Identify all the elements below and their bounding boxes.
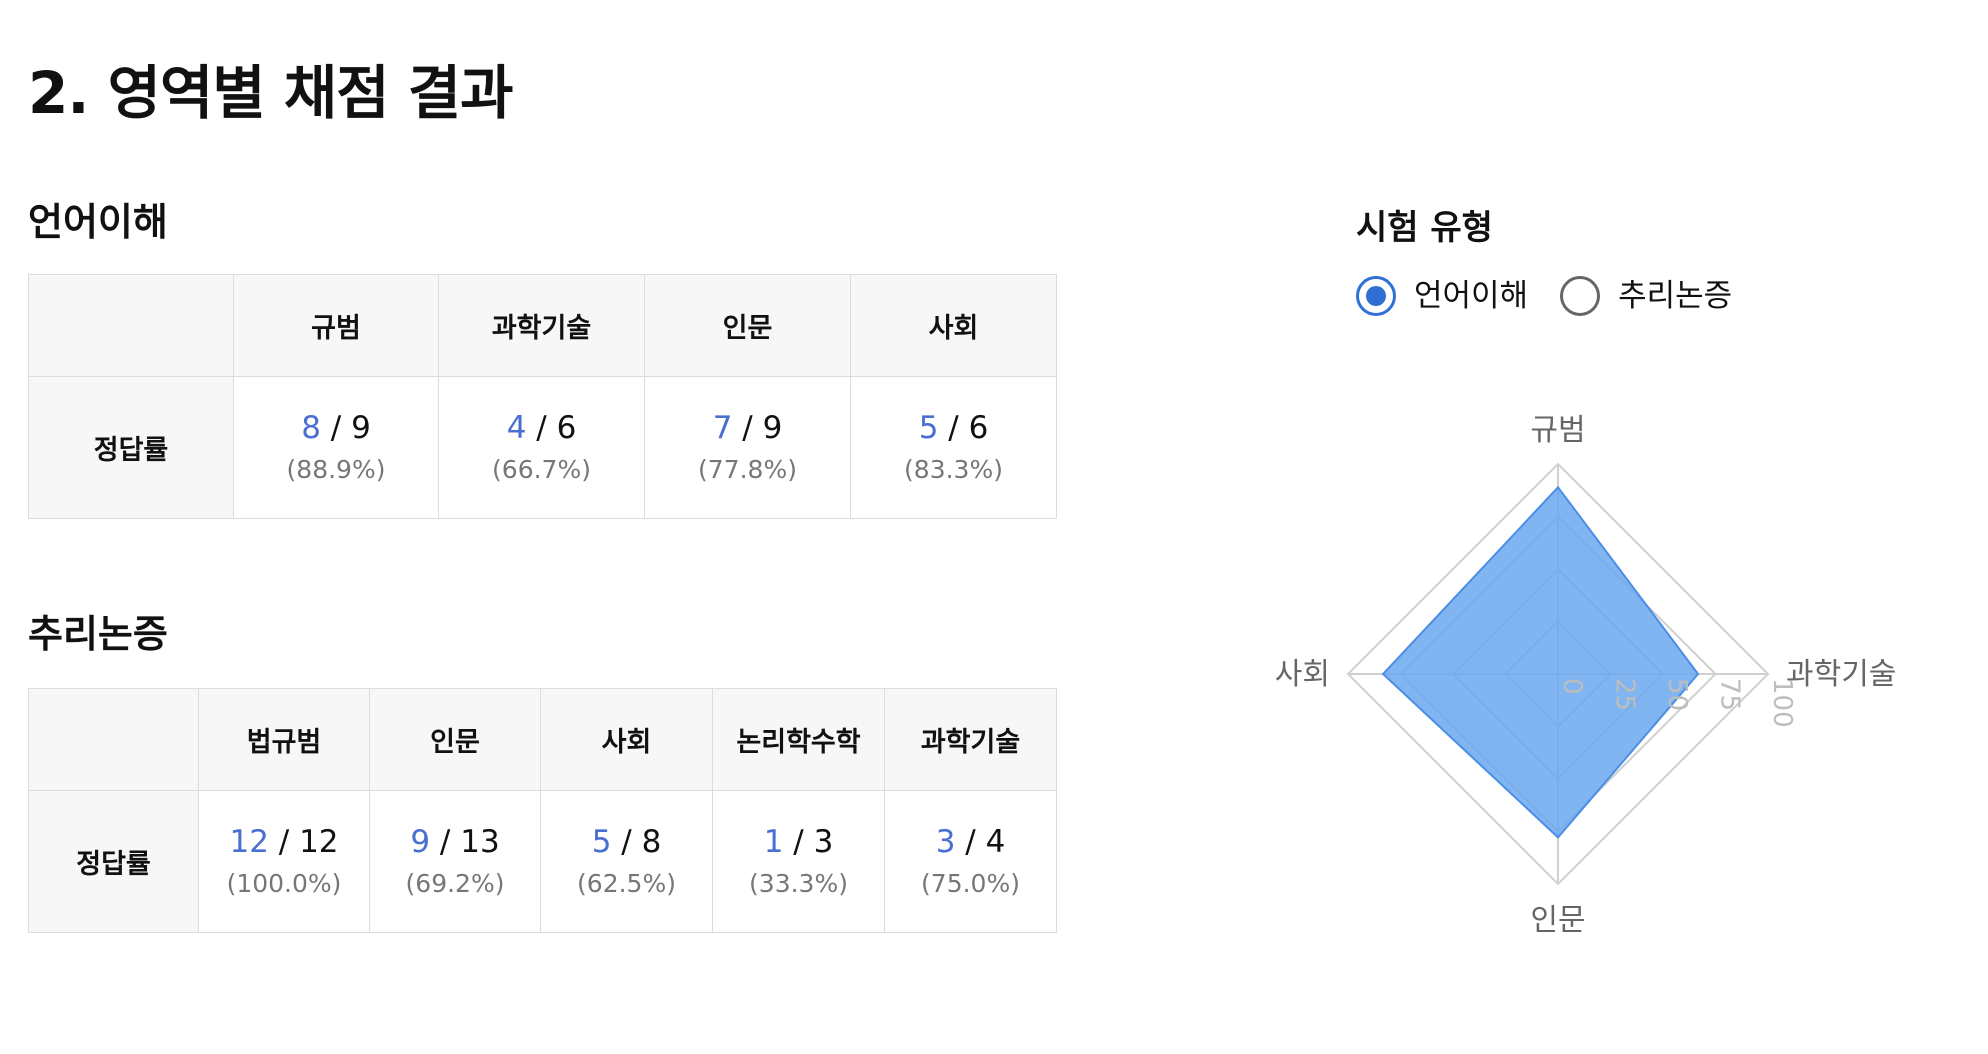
corner-cell xyxy=(28,274,234,377)
score-cell: 5 / 6 (83.3%) xyxy=(850,376,1057,519)
total-count: 3 xyxy=(813,823,834,860)
total-count: 12 xyxy=(299,823,339,860)
column-header: 과학기술 xyxy=(438,274,645,377)
radio-checked-icon[interactable] xyxy=(1356,276,1396,316)
radar-category-label: 규범 xyxy=(1530,413,1585,448)
correct-count: 4 xyxy=(506,409,527,446)
correct-count: 3 xyxy=(935,823,956,860)
section-title-reasoning: 추리논증 xyxy=(28,612,168,656)
total-count: 6 xyxy=(968,409,989,446)
radio-label: 추리논증 xyxy=(1618,278,1733,314)
column-header: 사회 xyxy=(850,274,1057,377)
exam-type-option-reasoning[interactable]: 추리논증 xyxy=(1560,276,1732,316)
score-cell: 4 / 6 (66.7%) xyxy=(438,376,645,519)
percent-value: (88.9%) xyxy=(286,454,386,484)
exam-type-panel: 시험 유형 언어이해 추리논증 xyxy=(1356,206,1764,316)
radio-label: 언어이해 xyxy=(1414,278,1529,314)
percent-value: (66.7%) xyxy=(492,454,591,484)
column-header: 논리학수학 xyxy=(712,688,885,791)
radar-scale-label: 25 xyxy=(1610,678,1640,711)
radar-series-area xyxy=(1381,485,1700,839)
score-cell: 7 / 9 (77.8%) xyxy=(644,376,851,519)
column-header: 법규범 xyxy=(198,688,370,791)
exam-type-title: 시험 유형 xyxy=(1356,208,1493,248)
radar-scale-label: 75 xyxy=(1715,678,1745,711)
table-row: 정답률 8 / 9 (88.9%) 4 / 6 (66.7%) 7 / 9 (7… xyxy=(28,376,1057,519)
percent-value: (77.8%) xyxy=(698,454,797,484)
page: 2. 영역별 채점 결과 언어이해 규범 과학기술 인문 사회 정답률 8 / … xyxy=(0,0,1988,1054)
total-count: 13 xyxy=(460,823,500,860)
corner-cell xyxy=(28,688,199,791)
score-cell: 8 / 9 (88.9%) xyxy=(233,376,439,519)
column-header: 인문 xyxy=(644,274,851,377)
correct-count: 1 xyxy=(763,823,784,860)
table-header-row: 법규범 인문 사회 논리학수학 과학기술 xyxy=(28,688,1057,791)
correct-count: 7 xyxy=(712,409,733,446)
radar-category-label: 사회 xyxy=(1275,657,1330,692)
score-cell: 3 / 4 (75.0%) xyxy=(884,790,1057,933)
correct-count: 5 xyxy=(591,823,612,860)
correct-count: 9 xyxy=(410,823,431,860)
table-row: 정답률 12 / 12 (100.0%) 9 / 13 (69.2%) 5 / … xyxy=(28,790,1057,933)
percent-value: (75.0%) xyxy=(921,868,1020,898)
radar-scale-label: 50 xyxy=(1662,678,1692,711)
row-label: 정답률 xyxy=(28,790,199,933)
column-header: 사회 xyxy=(540,688,713,791)
score-cell: 5 / 8 (62.5%) xyxy=(540,790,713,933)
score-cell: 12 / 12 (100.0%) xyxy=(198,790,370,933)
total-count: 4 xyxy=(985,823,1006,860)
column-header: 규범 xyxy=(233,274,439,377)
correct-count: 5 xyxy=(918,409,939,446)
score-cell: 1 / 3 (33.3%) xyxy=(712,790,885,933)
correct-count: 12 xyxy=(229,823,269,860)
page-title: 2. 영역별 채점 결과 xyxy=(28,59,513,127)
percent-value: (83.3%) xyxy=(904,454,1003,484)
reasoning-score-table: 법규범 인문 사회 논리학수학 과학기술 정답률 12 / 12 (100.0%… xyxy=(28,688,1057,933)
percent-value: (100.0%) xyxy=(226,868,342,898)
exam-type-option-verbal[interactable]: 언어이해 xyxy=(1356,276,1528,316)
radar-scale-label: 0 xyxy=(1557,678,1587,695)
percent-value: (62.5%) xyxy=(577,868,676,898)
verbal-score-table: 규범 과학기술 인문 사회 정답률 8 / 9 (88.9%) 4 / 6 (6… xyxy=(28,274,1057,519)
radio-unchecked-icon[interactable] xyxy=(1560,276,1601,316)
column-header: 과학기술 xyxy=(884,688,1057,791)
radar-chart: 0 25 50 75 100규범과학기술인문사회 xyxy=(1275,413,1897,936)
total-count: 9 xyxy=(762,409,783,446)
total-count: 6 xyxy=(556,409,577,446)
percent-value: (69.2%) xyxy=(405,868,505,898)
correct-count: 8 xyxy=(301,409,321,446)
row-label: 정답률 xyxy=(28,376,234,519)
percent-value: (33.3%) xyxy=(749,868,848,898)
exam-type-radio-group: 언어이해 추리논증 xyxy=(1356,276,1764,316)
radar-category-label: 인문 xyxy=(1530,903,1585,936)
column-header: 인문 xyxy=(369,688,541,791)
table-header-row: 규범 과학기술 인문 사회 xyxy=(28,274,1057,377)
total-count: 9 xyxy=(351,409,371,446)
total-count: 8 xyxy=(641,823,662,860)
radar-category-label: 과학기술 xyxy=(1786,657,1896,692)
score-cell: 9 / 13 (69.2%) xyxy=(369,790,541,933)
section-title-verbal: 언어이해 xyxy=(28,200,168,244)
